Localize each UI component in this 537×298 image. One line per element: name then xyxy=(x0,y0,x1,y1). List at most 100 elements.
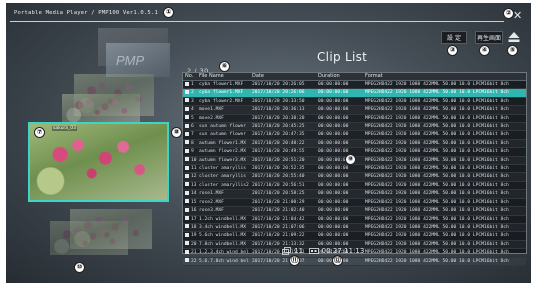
callout-1: ① xyxy=(163,7,174,18)
callout-3: ③ xyxy=(447,45,458,56)
table-row[interactable]: 7 sun autumn flower 2017/10/20 20:47:35 00:… xyxy=(183,130,526,140)
row-number: 21 xyxy=(191,250,197,256)
row-checkbox[interactable] xyxy=(185,148,189,153)
svg-text:PMP: PMP xyxy=(116,53,145,68)
column-header-duration[interactable]: Duration xyxy=(316,73,363,81)
row-checkbox[interactable] xyxy=(185,131,189,136)
table-row[interactable]: 8 autumn flower1.MX 2017/10/20 20:48:22 00:… xyxy=(183,139,526,149)
row-checkbox[interactable] xyxy=(185,199,189,204)
callout-9: ⑨ xyxy=(345,154,356,165)
table-row[interactable]: 13 cluster amaryllis2 2017/10/20 20:56:51 0… xyxy=(183,181,526,191)
cell-duration: 00:00:00:00 xyxy=(316,189,363,199)
cell-no: 3 xyxy=(183,97,197,107)
cell-format: MPEG2HD422 1920 1080 422MML 50.00 10.0 L… xyxy=(363,80,526,90)
cell-no: 14 xyxy=(183,189,197,199)
cell-date: 2017/10/20 20:33:50 xyxy=(250,97,316,107)
cell-date: 2017/10/20 20:38:20 xyxy=(250,114,316,124)
row-checkbox[interactable] xyxy=(185,258,189,263)
row-checkbox[interactable] xyxy=(185,190,189,195)
cell-date: 2017/10/20 20:26:05 xyxy=(250,80,316,90)
cell-no: 7 xyxy=(183,130,197,140)
row-checkbox[interactable] xyxy=(185,140,189,145)
row-checkbox[interactable] xyxy=(185,165,189,170)
cell-duration: 00:00:00:00 xyxy=(316,114,363,124)
table-row[interactable]: 17 1.2ch windbell.MX 2017/10/20 21:04:42 00… xyxy=(183,215,526,224)
row-number: 17 xyxy=(191,216,197,222)
close-icon[interactable]: ✕ xyxy=(513,10,522,21)
cell-duration: 00:00:00:00 xyxy=(316,223,363,233)
table-row[interactable]: 3 cyba flower2.MXF 2017/10/20 20:33:50 00:0… xyxy=(183,97,526,107)
cell-no: 2 xyxy=(183,88,197,98)
table-row[interactable]: 16 rose3.MXF 2017/10/20 21:02:40 00:00:00:0… xyxy=(183,206,526,216)
cell-filename: 1.2.3.4ch wind bel xyxy=(197,248,250,258)
row-number: 10 xyxy=(191,157,197,163)
row-number: 6 xyxy=(191,124,194,130)
table-row[interactable]: 2 cyba flower1.MXF 2017/10/20 20:26:06 00:0… xyxy=(183,88,526,98)
cell-format: MPEG2HD422 1920 1080 422MML 50.00 10.0 L… xyxy=(363,122,526,132)
cell-date: 2017/10/20 20:55:40 xyxy=(250,172,316,182)
row-checkbox[interactable] xyxy=(185,89,189,94)
eject-icon[interactable] xyxy=(507,30,521,44)
callout-7: ⑦ xyxy=(34,127,45,138)
row-checkbox[interactable] xyxy=(185,115,189,120)
table-row[interactable]: 5 move2.MXF 2017/10/20 20:38:20 00:00:00:00… xyxy=(183,114,526,124)
row-checkbox[interactable] xyxy=(185,123,189,128)
thumbnail-previous-1[interactable] xyxy=(62,94,140,122)
row-checkbox[interactable] xyxy=(185,207,189,212)
clip-count: 11 xyxy=(294,247,304,255)
cell-format: MPEG2HD422 1920 1080 422MML 50.00 10.0 L… xyxy=(363,189,526,199)
column-header-filename[interactable]: File Name xyxy=(197,73,250,81)
playback-screen-button[interactable]: 再生画面 xyxy=(475,31,503,44)
table-row[interactable]: 4 move1.MXF 2017/10/20 20:36:13 00:00:00:00… xyxy=(183,105,526,115)
column-header-no[interactable]: No. xyxy=(183,73,197,81)
thumbnail-next-2[interactable] xyxy=(50,221,128,255)
thumbnail-selected[interactable]: sakura_03 xyxy=(28,122,169,202)
cell-format: MPEG2HD422 1920 1080 422MML 50.00 10.0 L… xyxy=(363,172,526,182)
row-checkbox[interactable] xyxy=(185,216,189,220)
table-row[interactable]: 6 sun autumn flower 2017/10/20 20:45:25 00:… xyxy=(183,122,526,132)
cell-duration: 00:00:00:00 xyxy=(316,215,363,224)
row-checkbox[interactable] xyxy=(185,182,189,187)
callout-12: ⑫ xyxy=(332,255,343,266)
duration-icon xyxy=(309,248,320,254)
column-header-date[interactable]: Date xyxy=(250,73,316,81)
settings-button[interactable]: 設 定 xyxy=(441,31,467,44)
cell-filename: cyba flower2.MXF xyxy=(197,97,250,107)
cell-date: 2017/10/20 20:47:35 xyxy=(250,130,316,140)
table-row[interactable]: 15 rose2.MXF 2017/10/20 21:00:29 00:00:00:0… xyxy=(183,198,526,208)
table-row[interactable]: 18 3.4ch windbell.MX 2017/10/20 21:07:06 00… xyxy=(183,223,526,233)
cell-duration: 00:00:00:00 xyxy=(316,231,363,241)
row-checkbox[interactable] xyxy=(185,157,189,162)
column-header-format[interactable]: Format xyxy=(363,73,526,81)
cell-no: 18 xyxy=(183,223,197,233)
cell-duration: 00:00:00:00 xyxy=(316,80,363,90)
cell-filename: 7.8ch windbell.MX xyxy=(197,240,250,250)
table-row[interactable]: 12 cluster amaryllis 2017/10/20 20:55:40 00… xyxy=(183,172,526,182)
row-checkbox[interactable] xyxy=(185,249,189,254)
title-divider xyxy=(10,21,504,22)
row-number: 19 xyxy=(191,233,197,239)
row-number: 22 xyxy=(191,258,197,264)
row-number: 7 xyxy=(191,132,194,138)
row-checkbox[interactable] xyxy=(185,173,189,178)
row-checkbox[interactable] xyxy=(185,98,189,103)
cell-date: 2017/10/20 21:04:42 xyxy=(250,215,316,224)
cell-duration: 00:00:00:00 xyxy=(316,172,363,182)
row-number: 20 xyxy=(191,241,197,247)
thumbnail-pmp-logo[interactable]: PMP xyxy=(106,43,170,77)
cell-no: 15 xyxy=(183,198,197,208)
row-checkbox[interactable] xyxy=(185,241,189,246)
cell-filename: autumn flower2.MX xyxy=(197,147,250,157)
row-checkbox[interactable] xyxy=(185,106,189,111)
callout-2: ② xyxy=(503,8,514,19)
row-checkbox[interactable] xyxy=(185,81,189,86)
table-row[interactable]: 19 5.6ch windbell.MX 2017/10/20 21:09:22 00… xyxy=(183,231,526,241)
row-number: 9 xyxy=(191,149,194,155)
table-row[interactable]: 225.6.7.8ch wind bel2017/10/20 21:18:070… xyxy=(183,257,526,266)
row-checkbox[interactable] xyxy=(185,224,189,229)
table-row[interactable]: 14 rose1.MXF 2017/10/20 20:58:25 00:00:00:0… xyxy=(183,189,526,199)
row-checkbox[interactable] xyxy=(185,232,189,237)
cell-format: MPEG2HD422 1920 1080 422MML 50.00 10.0 L… xyxy=(363,97,526,107)
table-row[interactable]: 1 cyba flower1.MXF 2017/10/20 20:26:05 00:0… xyxy=(183,80,526,90)
table-row[interactable]: 11 cluster amaryllis 2017/10/20 20:52:35 00… xyxy=(183,164,526,174)
